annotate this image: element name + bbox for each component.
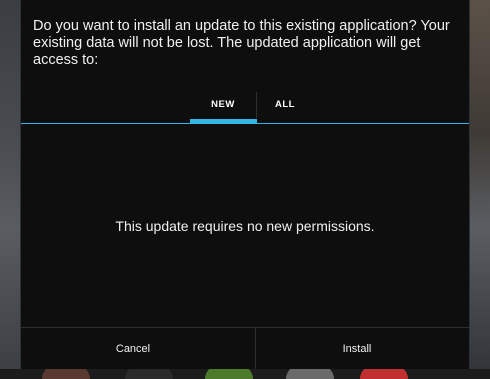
cancel-button[interactable]: Cancel	[21, 328, 245, 369]
install-button[interactable]: Install	[245, 328, 469, 369]
tab-all[interactable]: ALL	[257, 86, 339, 122]
background-launcher-dock	[0, 365, 490, 379]
install-update-dialog: Do you want to install an update to this…	[21, 0, 469, 369]
tab-bar-underline	[21, 123, 469, 124]
permissions-message: This update requires no new permissions.	[115, 218, 375, 234]
background-wallpaper-right	[470, 0, 490, 379]
install-message: Do you want to install an update to this…	[33, 18, 450, 68]
tab-new[interactable]: NEW	[189, 86, 257, 122]
background-wallpaper-left	[0, 0, 20, 379]
